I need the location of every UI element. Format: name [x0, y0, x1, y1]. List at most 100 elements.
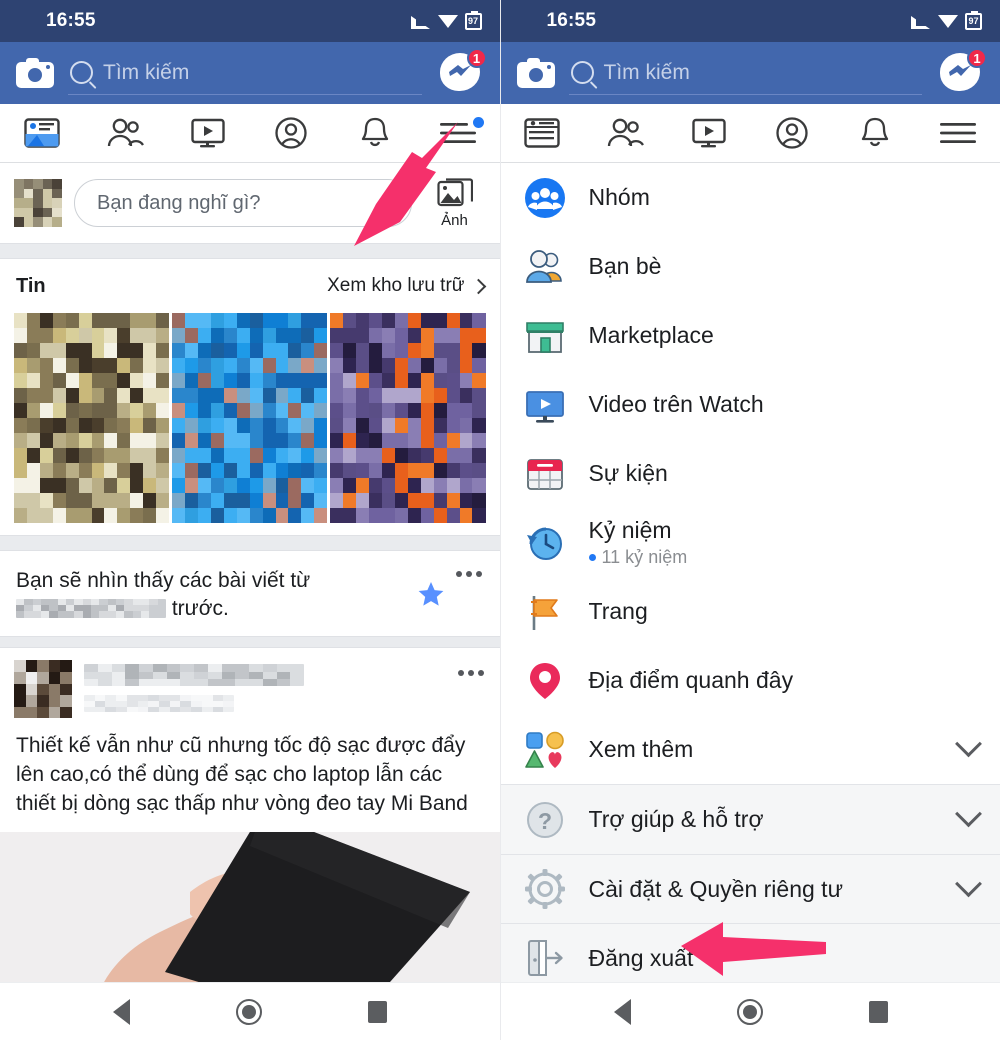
status-time: 16:55 [46, 10, 96, 31]
memories-icon [523, 521, 567, 565]
post-avatar[interactable] [14, 660, 72, 719]
menu-item-label: Trợ giúp & hỗ trợ [588, 806, 764, 833]
messenger-badge: 1 [967, 48, 987, 68]
tab-watch[interactable] [667, 104, 750, 162]
section-divider-2 [0, 535, 500, 551]
menu-item-label: Marketplace [588, 322, 714, 349]
menu-item-label: Trang [588, 598, 648, 625]
left-screen: 16:55 97 Tìm kiếm 1 Bạn đang nghĩ gì? Ản… [0, 0, 500, 1040]
help-circle-icon: ? [523, 798, 567, 842]
tab-notifications[interactable] [834, 104, 917, 162]
right-screen: 16:55 97 Tìm kiếm 1 Nhóm Bạn bè Marketpl… [499, 0, 1000, 1040]
messenger-icon[interactable]: 1 [439, 48, 487, 95]
menu-item-label: Video trên Watch [588, 391, 764, 418]
menu-item-watch[interactable]: Video trên Watch [500, 370, 1000, 439]
post-text: Thiết kế vẫn như cũ nhưng tốc độ sạc đượ… [16, 734, 468, 815]
menu-item-label: Bạn bè [588, 253, 662, 280]
menu-item-marketplace[interactable]: Marketplace [500, 301, 1000, 370]
wifi-icon [938, 14, 958, 29]
tab-profile[interactable] [250, 104, 333, 162]
home-nav-icon[interactable] [236, 998, 262, 1025]
tab-news-feed[interactable] [501, 104, 584, 162]
camera-icon[interactable] [516, 58, 555, 88]
status-bar-right: 16:55 97 [500, 0, 1000, 42]
recents-nav-icon[interactable] [868, 1000, 888, 1023]
see-more-icon [523, 728, 567, 772]
battery-icon: 97 [965, 10, 982, 30]
feed-notice-prefix: Bạn sẽ nhìn thấy các bài viết từ [16, 569, 311, 592]
status-time-right: 16:55 [546, 10, 597, 31]
post-composer: Bạn đang nghĩ gì? Ảnh [0, 163, 500, 243]
chevron-right-icon [470, 278, 486, 294]
photo-button[interactable]: Ảnh [424, 177, 486, 229]
menu-footer-section: ? Trợ giúp & hỗ trợ Cài đặt & Quyền riên… [500, 784, 1000, 992]
redacted-timestamp [84, 695, 234, 713]
post-header [0, 648, 500, 724]
story-3[interactable] [330, 313, 486, 523]
menu-item-memories[interactable]: Kỷ niệm 11 kỷ niệm [500, 508, 1000, 577]
messenger-icon[interactable]: 1 [940, 48, 987, 95]
recents-nav-icon[interactable] [368, 1000, 387, 1023]
home-nav-icon[interactable] [736, 998, 763, 1025]
search-placeholder: Tìm kiếm [103, 60, 190, 84]
menu-item-help[interactable]: ? Trợ giúp & hỗ trợ [501, 785, 1000, 854]
more-options-icon[interactable] [454, 567, 484, 577]
tab-bar-right [500, 104, 1000, 163]
chevron-down-icon [955, 869, 982, 897]
search-input[interactable]: Tìm kiếm [68, 52, 422, 95]
feed-notice-suffix: trước. [171, 596, 229, 620]
search-input[interactable]: Tìm kiếm [568, 52, 922, 95]
flag-icon [523, 590, 567, 634]
tab-news-feed[interactable] [0, 104, 83, 162]
menu-item-pages[interactable]: Trang [500, 577, 1000, 646]
menu-item-label: Địa điểm quanh đây [588, 667, 794, 694]
back-nav-icon[interactable] [113, 998, 130, 1025]
photo-label: Ảnh [441, 211, 468, 229]
menu-item-friends[interactable]: Bạn bè [500, 232, 1000, 301]
tab-friends[interactable] [584, 104, 667, 162]
story-2[interactable] [172, 313, 328, 523]
back-nav-icon[interactable] [613, 998, 631, 1025]
marketplace-icon [523, 314, 567, 358]
post-divider [0, 636, 500, 649]
star-icon[interactable] [418, 581, 444, 607]
menu-item-nearby[interactable]: Địa điểm quanh đây [500, 646, 1000, 715]
app-header-right: Tìm kiếm 1 [500, 42, 1000, 104]
battery-icon: 97 [464, 10, 482, 30]
feed-notice: Bạn sẽ nhìn thấy các bài viết từ trước. [0, 551, 500, 637]
tab-watch[interactable] [167, 104, 250, 162]
chevron-down-icon [955, 730, 982, 758]
menu-item-label: Kỷ niệm [588, 517, 672, 544]
menu-item-settings[interactable]: Cài đặt & Quyền riêng tư [500, 854, 1000, 923]
search-icon [70, 61, 93, 84]
tab-friends[interactable] [83, 104, 166, 162]
avatar[interactable] [14, 179, 62, 227]
redacted-author [84, 664, 304, 687]
tab-menu[interactable] [416, 104, 499, 162]
stories-archive-link[interactable]: Xem kho lưu trữ [327, 275, 486, 297]
status-bar: 16:55 97 [0, 0, 500, 42]
menu-item-events[interactable]: Sự kiện [500, 439, 1000, 508]
tab-profile[interactable] [750, 104, 833, 162]
tab-notifications[interactable] [333, 104, 416, 162]
status-icons-right: 97 [911, 10, 982, 30]
composer-input[interactable]: Bạn đang nghĩ gì? [74, 179, 412, 227]
wifi-icon [437, 14, 458, 29]
menu-notification-dot [472, 117, 484, 128]
post-more-options-icon[interactable] [456, 660, 486, 677]
menu-item-sublabel: 11 kỷ niệm [588, 547, 687, 568]
tab-menu-active[interactable] [917, 104, 1000, 162]
camera-icon[interactable] [16, 58, 54, 88]
tab-bar [0, 104, 500, 163]
story-1[interactable] [14, 313, 170, 523]
svg-text:?: ? [537, 808, 551, 834]
stories-header: Tin Xem kho lưu trữ [0, 259, 500, 313]
menu-item-groups[interactable]: Nhóm [500, 163, 1000, 232]
redacted-name [16, 598, 166, 618]
search-placeholder: Tìm kiếm [603, 60, 690, 84]
calendar-icon [523, 452, 567, 496]
menu-item-see-more[interactable]: Xem thêm [500, 715, 1000, 784]
main-menu: Nhóm Bạn bè Marketplace Video trên Watch [500, 163, 1000, 992]
dual-screenshot: 16:55 97 Tìm kiếm 1 Bạn đang nghĩ gì? Ản… [0, 0, 1000, 1040]
post-author-block [84, 660, 444, 713]
